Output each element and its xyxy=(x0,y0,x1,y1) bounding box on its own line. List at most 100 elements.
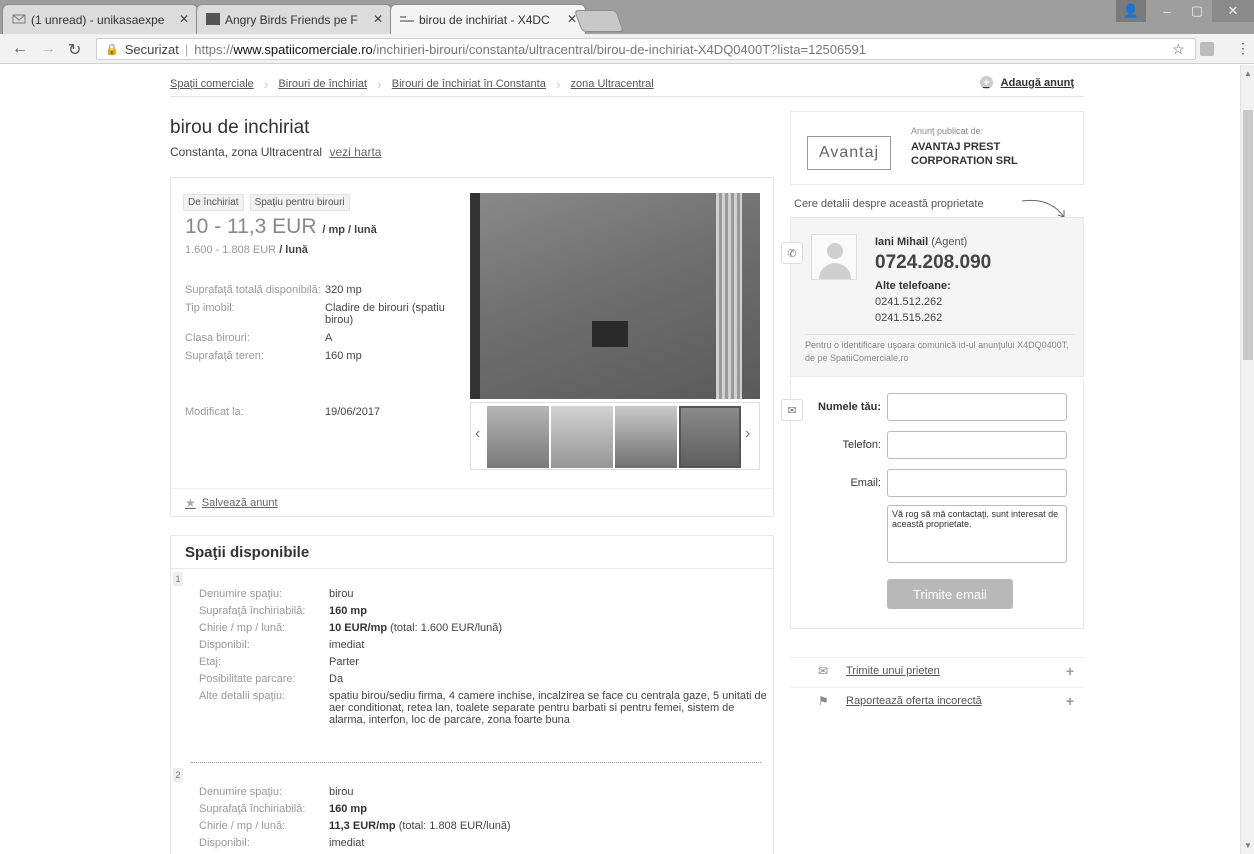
thumbnail[interactable] xyxy=(615,406,677,468)
main-photo[interactable] xyxy=(470,193,760,399)
space-number: 2 xyxy=(173,768,183,782)
chevron-right-icon[interactable]: › xyxy=(745,425,750,443)
breadcrumb-separator: › xyxy=(377,75,382,92)
thumbnail-selected[interactable] xyxy=(679,406,741,468)
listing-tags: De închiriat Spaţiu pentru birouri xyxy=(183,194,350,211)
scroll-down-icon[interactable]: ▼ xyxy=(1244,841,1252,850)
space-rent: 10 EUR/mp xyxy=(329,622,388,634)
space-area: 160 mp xyxy=(329,605,367,617)
breadcrumb-item[interactable]: zona Ultracentral xyxy=(571,78,654,90)
browser-tab-angry-birds[interactable]: Angry Birds Friends pe F ✕ xyxy=(196,4,392,34)
reload-icon[interactable]: ↻ xyxy=(68,40,81,60)
price-unit: / mp / lună xyxy=(322,224,377,236)
email-input[interactable] xyxy=(887,469,1067,497)
close-icon[interactable]: ✕ xyxy=(179,12,189,26)
modified-row: Modificat la: 19/06/2017 xyxy=(185,406,460,418)
space-key: Suprafaţă închiriabilă: xyxy=(199,605,306,617)
plus-icon[interactable]: + xyxy=(1066,693,1074,709)
report-link[interactable]: Raportează oferta incorectă xyxy=(846,695,982,707)
save-ad-link[interactable]: ★ Salvează anunt xyxy=(185,496,278,510)
name-input[interactable] xyxy=(887,393,1067,421)
published-by-label: Anunţ publicat de: xyxy=(911,126,984,136)
map-link[interactable]: vezi harta xyxy=(329,145,381,159)
plus-icon[interactable]: + xyxy=(1066,663,1074,679)
close-icon[interactable]: ✕ xyxy=(373,12,383,26)
send-email-button[interactable]: Trimite email xyxy=(887,579,1013,609)
breadcrumb: Spaţii comerciale › Birouri de închiriat… xyxy=(170,71,1084,97)
send-friend-link[interactable]: Trimite unui prieten xyxy=(846,665,940,677)
back-arrow-icon[interactable]: ← xyxy=(12,40,28,58)
maximize-icon[interactable]: ▢ xyxy=(1182,0,1212,22)
space-key: Chirie / mp / lună: xyxy=(199,820,286,832)
spec-row: Tip imobil: Cladire de birouri (spatiu b… xyxy=(185,302,460,326)
spec-row: Suprafaţă teren: 160 mp xyxy=(185,350,460,362)
other-phone[interactable]: 0241.512.262 xyxy=(875,296,942,308)
profile-icon[interactable]: 👤 xyxy=(1116,0,1146,22)
agent-avatar xyxy=(811,234,857,280)
modified-value: 19/06/2017 xyxy=(325,406,381,418)
thumbnail[interactable] xyxy=(487,406,549,468)
agency-name[interactable]: AVANTAJ PREST CORPORATION SRL xyxy=(911,140,1071,168)
scroll-up-icon[interactable]: ▲ xyxy=(1244,69,1252,78)
space-details-2: Denumire spaţiu: birou Suprafaţă închiri… xyxy=(199,786,769,854)
spec-value: A xyxy=(325,332,333,344)
space-rent-total: (total: 1.600 EUR/lună) xyxy=(390,622,503,634)
add-ad-link[interactable]: + Adaugă anunţ xyxy=(979,76,1074,89)
spec-key: Suprafaţă totală disponibilă: xyxy=(185,284,321,296)
agent-phone[interactable]: 0724.208.090 xyxy=(875,252,991,274)
forward-arrow-icon[interactable]: → xyxy=(40,40,56,58)
spec-row: Clasa birouri: A xyxy=(185,332,460,344)
spec-list: Suprafaţă totală disponibilă: 320 mp Tip… xyxy=(185,284,460,368)
space-key: Posibilitate parcare: xyxy=(199,673,296,685)
price-per-sqm: 10 - 11,3 EUR / mp / lună xyxy=(185,215,377,239)
minimize-icon[interactable]: – xyxy=(1152,0,1182,22)
total-range: 1.600 - 1.808 EUR xyxy=(185,244,277,256)
agent-name: Iani Mihail xyxy=(875,236,929,248)
space-value: 11,3 EUR/mp (total: 1.808 EUR/lună) xyxy=(329,820,769,832)
lock-icon: 🔒 xyxy=(105,43,119,56)
contact-form: ✉ Numele tău: Telefon: Email: Vă rog să … xyxy=(781,379,1084,629)
url-input[interactable]: 🔒 Securizat | https:// www.spatiicomerci… xyxy=(96,38,1196,60)
breadcrumb-item[interactable]: Birouri de închiriat în Constanta xyxy=(392,78,546,90)
url-protocol: https:// xyxy=(194,41,234,57)
message-textarea[interactable]: Vă rog să mă contactaţi, sunt interesat … xyxy=(887,505,1067,563)
price-total: 1.600 - 1.808 EUR / lună xyxy=(185,244,308,256)
space-value: 160 mp xyxy=(329,605,769,617)
listing-summary-panel: De închiriat Spaţiu pentru birouri 10 - … xyxy=(170,177,774,517)
space-key: Disponibil: xyxy=(199,837,250,849)
breadcrumb-separator: › xyxy=(263,75,269,92)
space-rent: 11,3 EUR/mp xyxy=(329,820,396,832)
phone-input[interactable] xyxy=(887,431,1067,459)
site-favicon-icon xyxy=(400,13,414,25)
modified-label: Modificat la: xyxy=(185,406,244,418)
spaces-title: Spaţii disponibile xyxy=(185,544,310,561)
menu-dots-icon[interactable]: ⋮ xyxy=(1236,40,1250,57)
agent-contact-box: ✆ Iani Mihail (Agent) 0724.208.090 Alte … xyxy=(781,217,1084,377)
space-row: Denumire spaţiu: birou xyxy=(199,786,769,798)
browser-tab-active[interactable]: birou de inchiriat - X4DC ✕ xyxy=(390,4,586,34)
scrollbar-thumb[interactable] xyxy=(1243,110,1253,360)
new-tab-button[interactable] xyxy=(573,10,625,32)
space-row: Suprafaţă închiriabilă: 160 mp xyxy=(199,803,769,815)
tab-title: birou de inchiriat - X4DC xyxy=(419,12,550,27)
breadcrumb-item[interactable]: Birouri de închiriat xyxy=(278,78,367,90)
bookmark-star-icon[interactable]: ☆ xyxy=(1172,41,1185,58)
extension-icon[interactable] xyxy=(1200,42,1214,56)
browser-tab-mail[interactable]: (1 unread) - unikasaexpe ✕ xyxy=(2,4,198,34)
breadcrumb-item[interactable]: Spaţii comerciale xyxy=(170,78,254,90)
other-phones-label: Alte telefoane: xyxy=(875,280,951,292)
chevron-left-icon[interactable]: ‹ xyxy=(475,425,480,443)
space-row: Disponibil: imediat xyxy=(199,837,769,849)
page-content: Spaţii comerciale › Birouri de închiriat… xyxy=(0,65,1240,854)
agency-logo[interactable]: Avantaj xyxy=(807,136,891,170)
available-spaces-panel: Spaţii disponibile 1 Denumire spaţiu: bi… xyxy=(170,535,774,854)
thumbnail[interactable] xyxy=(551,406,613,468)
close-window-icon[interactable]: ✕ xyxy=(1212,0,1254,22)
price-range: 10 - 11,3 EUR xyxy=(185,215,317,238)
page-scrollbar[interactable]: ▲ ▼ xyxy=(1240,65,1254,854)
report-row[interactable]: ⚑ Raportează oferta incorectă + xyxy=(790,687,1084,713)
spec-key: Suprafaţă teren: xyxy=(185,350,264,362)
send-to-friend-row[interactable]: ✉ Trimite unui prieten + xyxy=(790,657,1084,683)
agent-role: (Agent) xyxy=(931,236,968,248)
other-phone[interactable]: 0241.515.262 xyxy=(875,312,942,324)
